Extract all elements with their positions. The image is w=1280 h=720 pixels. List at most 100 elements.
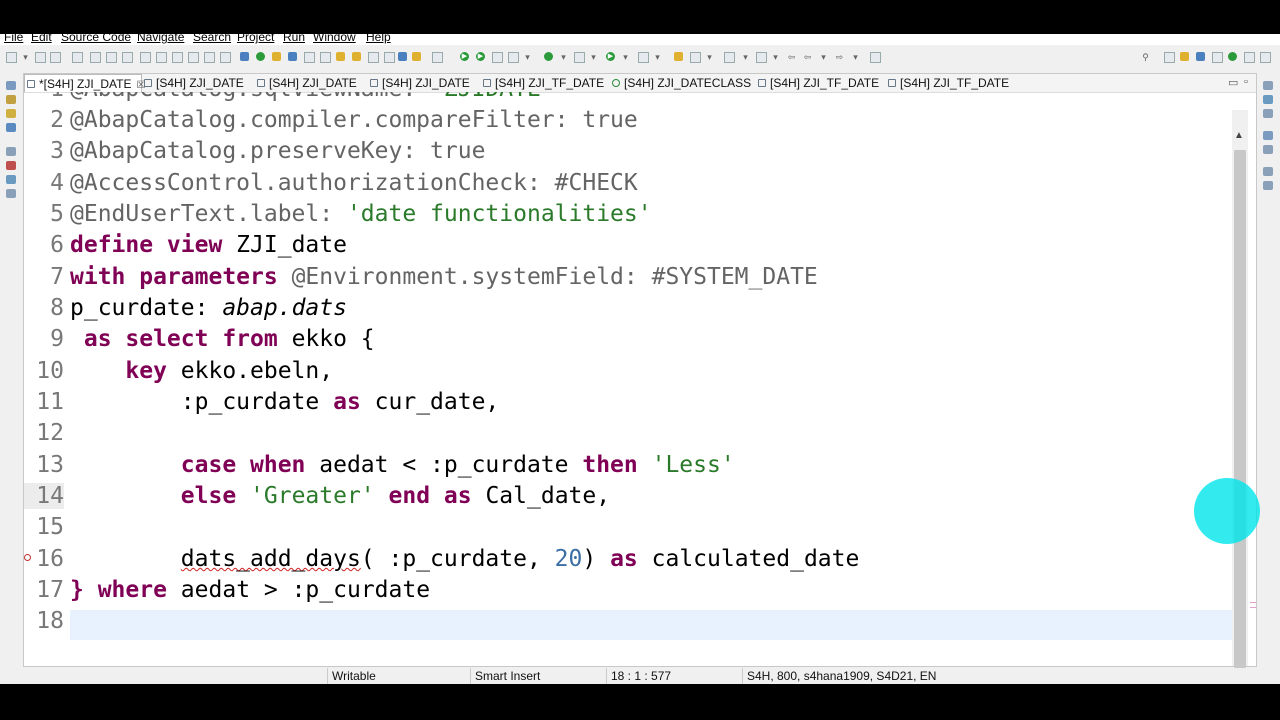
dropdown-icon[interactable]: ▾: [850, 52, 861, 63]
outline-icon[interactable]: [6, 147, 16, 156]
horizontal-scrollbar[interactable]: [64, 646, 1232, 662]
tool-icon[interactable]: [574, 52, 585, 63]
tool-icon[interactable]: [638, 52, 649, 63]
menu-help[interactable]: Help: [366, 34, 391, 44]
tool-icon[interactable]: [508, 52, 519, 63]
dropdown-icon[interactable]: ▾: [522, 52, 533, 63]
vertical-scroll-thumb[interactable]: [1234, 150, 1246, 668]
run-icon[interactable]: ▶: [460, 52, 469, 61]
tool-icon[interactable]: [724, 52, 735, 63]
menu-project[interactable]: Project: [237, 34, 274, 44]
tool-icon[interactable]: [674, 52, 683, 61]
tool-icon[interactable]: [156, 52, 167, 63]
dropdown-icon[interactable]: ▾: [704, 52, 715, 63]
tab-zji-tf-date[interactable]: [S4H] ZJI_TF_DATE: [886, 74, 1009, 92]
check-icon[interactable]: [256, 52, 265, 61]
tool-icon[interactable]: [320, 52, 331, 63]
forward-icon[interactable]: ⇨: [834, 52, 845, 63]
menu-window[interactable]: Window: [313, 34, 356, 44]
minimize-icon[interactable]: ▭: [1228, 76, 1238, 89]
tool-icon[interactable]: [6, 123, 16, 132]
tool-icon[interactable]: [90, 52, 101, 63]
tab-zji-date[interactable]: [S4H] ZJI_DATE: [142, 74, 244, 92]
tool-icon[interactable]: [432, 52, 443, 63]
tool-icon[interactable]: [1263, 167, 1273, 176]
tool-icon[interactable]: [1263, 181, 1273, 190]
overview-ruler-marker[interactable]: [1250, 607, 1256, 608]
folder-icon[interactable]: [6, 109, 16, 118]
menu-search[interactable]: Search: [193, 34, 231, 44]
perspective-icon[interactable]: [1260, 52, 1271, 63]
outline-icon[interactable]: [1263, 81, 1273, 90]
dropdown-icon[interactable]: ▾: [558, 52, 569, 63]
activate-icon[interactable]: [272, 52, 281, 61]
tool-icon[interactable]: [492, 52, 503, 63]
new-icon[interactable]: [6, 52, 17, 63]
tool-icon[interactable]: [1263, 145, 1273, 154]
tool-icon[interactable]: [288, 52, 297, 61]
tool-icon[interactable]: [690, 52, 701, 63]
tool-icon[interactable]: [352, 52, 361, 61]
tab-zji-date[interactable]: [S4H] ZJI_DATE: [255, 74, 357, 92]
perspective-icon[interactable]: [1196, 52, 1205, 61]
tab-zji-tf-date[interactable]: [S4H] ZJI_TF_DATE: [756, 74, 879, 92]
tool-icon[interactable]: [368, 52, 379, 63]
tab-zji-date[interactable]: [S4H] ZJI_DATE: [368, 74, 470, 92]
code-area[interactable]: 1 2 3 4 5 6 7 8 9 10 11 12 13 14 15 16 1…: [24, 92, 1232, 648]
search-icon[interactable]: ⚲: [1140, 52, 1151, 63]
tab-zji-dateclass[interactable]: [S4H] ZJI_DATECLASS: [610, 74, 751, 92]
back-icon[interactable]: ⇦: [786, 52, 797, 63]
tool-icon[interactable]: [1263, 109, 1273, 118]
menu-source-code[interactable]: Source Code: [61, 34, 131, 44]
dropdown-icon[interactable]: ▾: [620, 52, 631, 63]
dropdown-icon[interactable]: ▾: [588, 52, 599, 63]
menu-file[interactable]: File: [4, 34, 23, 44]
tool-icon[interactable]: [122, 52, 133, 63]
tool-icon[interactable]: [6, 189, 16, 198]
perspective-icon[interactable]: [1228, 52, 1237, 61]
run-icon[interactable]: ▶: [606, 52, 615, 61]
tool-icon[interactable]: [756, 52, 767, 63]
perspective-icon[interactable]: [1164, 52, 1175, 63]
dropdown-icon[interactable]: ▾: [770, 52, 781, 63]
perspective-icon[interactable]: [1212, 52, 1223, 63]
tool-icon[interactable]: [106, 52, 117, 63]
properties-icon[interactable]: [6, 175, 16, 184]
tool-icon[interactable]: [398, 52, 407, 61]
tool-icon[interactable]: [304, 52, 315, 63]
menu-navigate[interactable]: Navigate: [137, 34, 184, 44]
tool-icon[interactable]: [336, 52, 345, 61]
tab-zji-date-active[interactable]: *[S4H] ZJI_DATE ☒: [24, 74, 145, 92]
debug-icon[interactable]: [544, 52, 553, 61]
print-icon[interactable]: [72, 52, 83, 63]
scroll-up-icon[interactable]: ▲: [1234, 130, 1244, 141]
problems-icon[interactable]: [6, 161, 16, 170]
dropdown-icon[interactable]: ▾: [20, 52, 31, 63]
overview-ruler-marker[interactable]: [1250, 602, 1256, 603]
package-icon[interactable]: [6, 95, 16, 104]
tool-icon[interactable]: [412, 52, 421, 61]
project-explorer-icon[interactable]: [6, 81, 16, 90]
tool-icon[interactable]: [172, 52, 183, 63]
maximize-icon[interactable]: ▫: [1244, 76, 1248, 88]
tool-icon[interactable]: [1263, 95, 1273, 104]
tab-zji-tf-date[interactable]: [S4H] ZJI_TF_DATE: [481, 74, 604, 92]
dropdown-icon[interactable]: ▾: [740, 52, 751, 63]
tool-icon[interactable]: [140, 52, 151, 63]
run-icon[interactable]: ▶: [476, 52, 485, 61]
perspective-icon[interactable]: [1180, 52, 1189, 61]
tool-icon[interactable]: [384, 52, 395, 63]
save-all-icon[interactable]: [50, 52, 61, 63]
menu-run[interactable]: Run: [283, 34, 305, 44]
save-icon[interactable]: [35, 52, 46, 63]
dropdown-icon[interactable]: ▾: [818, 52, 829, 63]
tool-icon[interactable]: [1263, 131, 1273, 140]
perspective-icon[interactable]: [1244, 52, 1255, 63]
tool-icon[interactable]: [220, 52, 231, 63]
function-name-with-error[interactable]: dats_add_days: [181, 546, 361, 572]
menu-edit[interactable]: Edit: [31, 34, 52, 44]
back-icon[interactable]: ⇦: [802, 52, 813, 63]
tool-icon[interactable]: [188, 52, 199, 63]
open-perspective-icon[interactable]: [870, 52, 881, 63]
tool-icon[interactable]: [204, 52, 215, 63]
